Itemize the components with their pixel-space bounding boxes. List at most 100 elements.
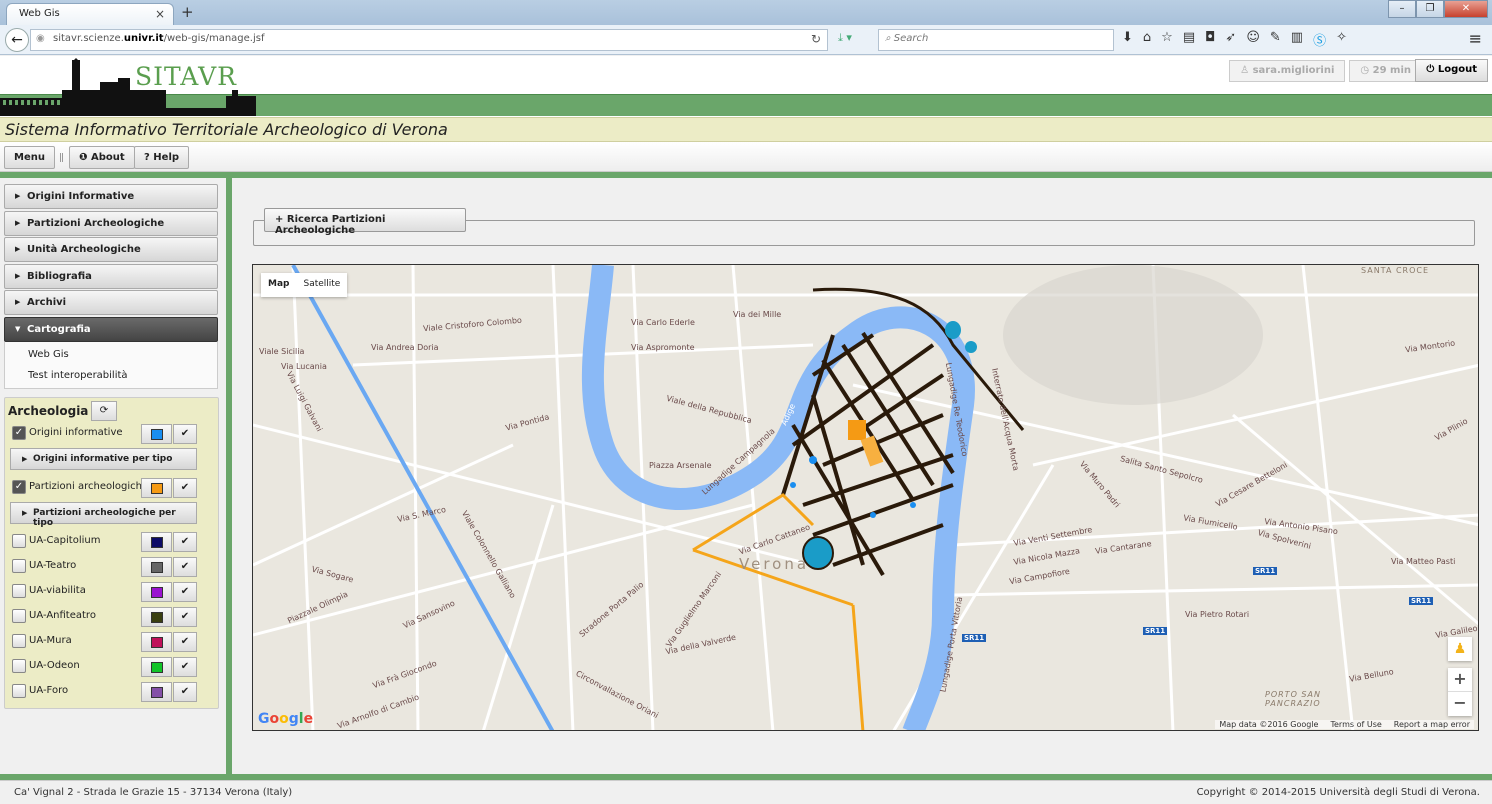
sidebar-item-label: Partizioni Archeologiche: [27, 218, 165, 229]
terms-of-use-link[interactable]: Terms of Use: [1330, 720, 1381, 729]
map-label: PORTO SAN PANCRAZIO: [1265, 690, 1321, 708]
info-icon: ❶: [79, 152, 91, 163]
help-button[interactable]: ? Help: [134, 146, 190, 169]
clipboard-icon[interactable]: ▥: [1291, 30, 1303, 49]
layer-color-button[interactable]: [141, 632, 172, 652]
layer-color-button[interactable]: [141, 607, 172, 627]
close-window-icon[interactable]: ✕: [1444, 0, 1488, 18]
sidebar-item-partizioni-archeologiche[interactable]: ▶ Partizioni Archeologiche: [4, 211, 218, 236]
map-type-control: Map Satellite: [261, 273, 348, 297]
layer-color-button[interactable]: [141, 657, 172, 677]
layer-checkbox[interactable]: [12, 584, 26, 598]
apply-layer-button[interactable]: ✔: [173, 557, 197, 577]
zoom-in-button[interactable]: +: [1448, 668, 1472, 692]
layer-color-button[interactable]: [141, 478, 172, 498]
caret-right-icon: ▶: [15, 192, 21, 200]
origini-per-tipo-toggle[interactable]: ▶ Origini informative per tipo: [10, 448, 197, 470]
color-swatch: [151, 483, 163, 494]
home-icon[interactable]: ⌂: [1143, 30, 1151, 49]
pocket-icon[interactable]: ◘: [1205, 30, 1215, 49]
map-label: Via Andrea Doria: [371, 343, 439, 352]
street-view-pegman-icon[interactable]: ♟: [1448, 637, 1472, 661]
layer-color-button[interactable]: [141, 582, 172, 602]
addon-icon[interactable]: ✧: [1336, 30, 1347, 49]
apply-layer-button[interactable]: ✔: [173, 478, 197, 498]
map-type-map[interactable]: Map: [261, 273, 296, 297]
submenu-item-test-interoperabilita[interactable]: Test interoperabilità: [28, 370, 128, 381]
sidebar-item-archivi[interactable]: ▶ Archivi: [4, 290, 218, 315]
bookmark-star-icon[interactable]: ☆: [1161, 30, 1173, 49]
check-icon: ✔: [180, 686, 190, 697]
url-bar[interactable]: ◉ sitavr.scienze.univr.it/web-gis/manage…: [30, 29, 828, 51]
skype-icon[interactable]: Ⓢ: [1313, 30, 1326, 49]
apply-layer-button[interactable]: ✔: [173, 532, 197, 552]
chat-icon[interactable]: ☺: [1246, 30, 1260, 49]
road-shield: SR11: [1143, 627, 1168, 635]
minimize-icon[interactable]: –: [1388, 0, 1416, 18]
partizioni-per-tipo-toggle[interactable]: ▶ Partizioni archeologiche per tipo: [10, 502, 197, 528]
sidebar-item-bibliografia[interactable]: ▶ Bibliografia: [4, 264, 218, 289]
maximize-icon[interactable]: ❐: [1416, 0, 1444, 18]
caret-right-icon: ▶: [15, 245, 21, 253]
layer-color-button[interactable]: [141, 424, 172, 444]
layer-checkbox[interactable]: [12, 534, 26, 548]
layer-color-button[interactable]: [141, 532, 172, 552]
layer-color-button[interactable]: [141, 557, 172, 577]
about-button[interactable]: ❶ About: [69, 146, 135, 169]
layer-checkbox[interactable]: ✓: [12, 480, 26, 494]
layer-row: ✓ Origini informative ✔: [12, 424, 212, 444]
report-map-error-link[interactable]: Report a map error: [1394, 720, 1470, 729]
bookmarks-list-icon[interactable]: ▤: [1183, 30, 1195, 49]
layer-checkbox[interactable]: [12, 659, 26, 673]
layer-checkbox[interactable]: [12, 634, 26, 648]
submenu-item-web-gis[interactable]: Web Gis: [28, 349, 69, 360]
reload-icon[interactable]: ↻: [811, 32, 821, 46]
zoom-out-button[interactable]: −: [1448, 692, 1472, 716]
apply-layer-button[interactable]: ✔: [173, 582, 197, 602]
layer-checkbox[interactable]: [12, 684, 26, 698]
browser-tab[interactable]: Web Gis ×: [6, 3, 174, 25]
sidebar-item-cartografia[interactable]: ▼ Cartografia: [4, 317, 218, 342]
color-swatch: [151, 587, 163, 598]
clock-icon: ◷: [1360, 65, 1373, 76]
sidebar-item-label: Archivi: [27, 297, 67, 308]
send-icon[interactable]: ➶: [1225, 30, 1236, 49]
username: sara.migliorini: [1252, 65, 1335, 76]
back-arrow-icon[interactable]: ←: [5, 28, 29, 52]
browser-search-input[interactable]: ⌕ Search: [878, 29, 1114, 51]
extension-icon[interactable]: ✎: [1270, 30, 1281, 49]
downloads-icon[interactable]: ⬇: [1122, 30, 1133, 49]
google-logo[interactable]: Google: [258, 711, 313, 727]
new-tab-icon[interactable]: +: [181, 3, 194, 21]
map-canvas[interactable]: Map Satellite Viale Cristoforo Colombo V…: [252, 264, 1479, 731]
apply-layer-button[interactable]: ✔: [173, 657, 197, 677]
apply-layer-button[interactable]: ✔: [173, 607, 197, 627]
sidebar-item-origini-informative[interactable]: ▶ Origini Informative: [4, 184, 218, 209]
app-title-bar: Sistema Informativo Territoriale Archeol…: [0, 117, 1492, 142]
apply-layer-button[interactable]: ✔: [173, 632, 197, 652]
logout-button[interactable]: ⏻ Logout: [1415, 59, 1488, 82]
layer-checkbox[interactable]: [12, 609, 26, 623]
layer-checkbox[interactable]: [12, 559, 26, 573]
browser-tab-bar: Web Gis × + – ❐ ✕: [0, 0, 1492, 25]
ricerca-partizioni-toggle[interactable]: + Ricerca Partizioni Archeologiche: [264, 208, 466, 236]
close-tab-icon[interactable]: ×: [155, 7, 165, 21]
layer-checkbox[interactable]: ✓: [12, 426, 26, 440]
apply-layer-button[interactable]: ✔: [173, 682, 197, 702]
refresh-layers-button[interactable]: ⟳: [91, 401, 117, 421]
url-path: /web-gis/manage.jsf: [163, 33, 265, 44]
hamburger-menu-icon[interactable]: ≡: [1469, 29, 1482, 48]
sidebar-item-unita-archeologiche[interactable]: ▶ Unità Archeologiche: [4, 237, 218, 262]
check-icon: ✔: [180, 661, 190, 672]
question-icon: ?: [144, 152, 154, 163]
map-label: SANTA CROCE: [1361, 266, 1430, 275]
sidebar-item-label: Unità Archeologiche: [27, 244, 141, 255]
map-type-satellite[interactable]: Satellite: [296, 273, 347, 297]
color-swatch: [151, 612, 163, 623]
apply-layer-button[interactable]: ✔: [173, 424, 197, 444]
search-placeholder: Search: [893, 33, 929, 44]
layer-name: UA-viabilita: [29, 585, 86, 596]
menu-button[interactable]: Menu: [4, 146, 55, 169]
layer-color-button[interactable]: [141, 682, 172, 702]
download-icon[interactable]: ⤓ ▾: [838, 31, 852, 45]
